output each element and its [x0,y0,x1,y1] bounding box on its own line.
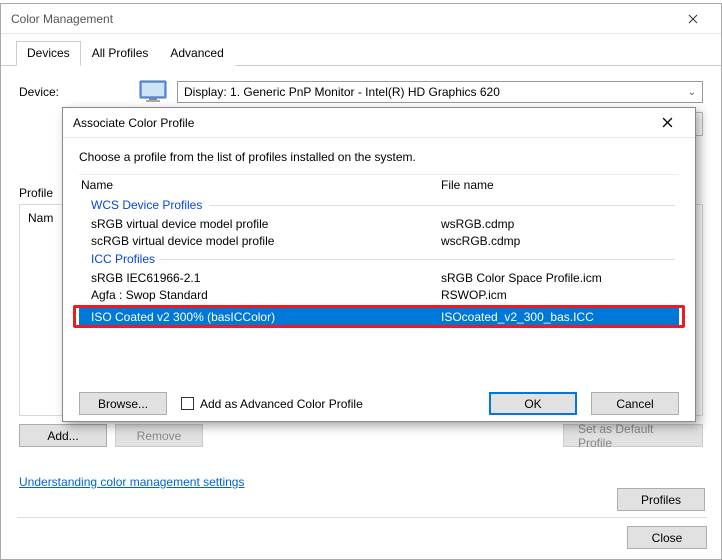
dialog-instruction: Choose a profile from the list of profil… [79,150,679,164]
group-icc: ICC Profiles [79,249,679,269]
list-empty-area [79,328,679,384]
close-button[interactable]: Close [627,526,707,549]
titlebar: Color Management [1,4,721,34]
device-select[interactable]: Display: 1. Generic PnP Monitor - Intel(… [177,81,703,103]
footer: Close [17,517,707,549]
list-item-selected[interactable]: ISO Coated v2 300% (basICColor) ISOcoate… [79,308,679,325]
profiles-button[interactable]: Profiles [617,488,705,511]
remove-button: Remove [115,424,203,447]
tab-strip: Devices All Profiles Advanced [1,34,721,66]
list-item[interactable]: scRGB virtual device model profile wscRG… [79,232,679,249]
col-header-name[interactable]: Name [81,178,441,192]
set-default-button: Set as Default Profile [563,424,703,447]
tab-advanced[interactable]: Advanced [159,41,234,66]
dialog-titlebar: Associate Color Profile [63,108,695,138]
help-link[interactable]: Understanding color management settings [19,475,244,489]
tab-devices[interactable]: Devices [16,41,81,66]
profile-action-buttons: Add... Remove Set as Default Profile [19,424,703,447]
list-item[interactable]: Agfa : Swop Standard RSWOP.icm [79,286,679,303]
profiles-header: Nam [28,211,53,225]
browse-button[interactable]: Browse... [79,392,167,415]
dialog-close-button[interactable] [645,108,689,138]
advanced-checkbox[interactable]: Add as Advanced Color Profile [181,397,363,411]
tab-all-profiles[interactable]: All Profiles [81,41,160,66]
list-item[interactable]: sRGB virtual device model profile wsRGB.… [79,215,679,232]
device-row: Device: Display: 1. Generic PnP Monitor … [19,80,703,104]
chevron-down-icon: ⌄ [688,87,696,98]
dialog-title: Associate Color Profile [73,116,645,130]
profile-list[interactable]: Name File name WCS Device Profiles sRGB … [79,174,679,384]
close-icon [688,14,698,24]
selection-highlight: ISO Coated v2 300% (basICColor) ISOcoate… [73,305,685,328]
col-header-file[interactable]: File name [441,178,677,192]
associate-profile-dialog: Associate Color Profile Choose a profile… [62,107,696,422]
device-label: Device: [19,85,129,99]
dialog-footer: Browse... Add as Advanced Color Profile … [79,392,679,415]
checkbox-box [181,397,194,410]
group-wcs: WCS Device Profiles [79,195,679,215]
add-button[interactable]: Add... [19,424,107,447]
ok-button[interactable]: OK [489,392,577,415]
close-icon [662,117,673,128]
list-item[interactable]: sRGB IEC61966-2.1 sRGB Color Space Profi… [79,269,679,286]
device-select-value: Display: 1. Generic PnP Monitor - Intel(… [184,85,500,99]
list-header: Name File name [79,175,679,195]
checkbox-label: Add as Advanced Color Profile [200,397,363,411]
dialog-body: Choose a profile from the list of profil… [63,138,695,425]
cancel-button[interactable]: Cancel [591,392,679,415]
monitor-icon [139,80,167,104]
window-close-button[interactable] [671,4,715,34]
window-title: Color Management [11,12,671,26]
